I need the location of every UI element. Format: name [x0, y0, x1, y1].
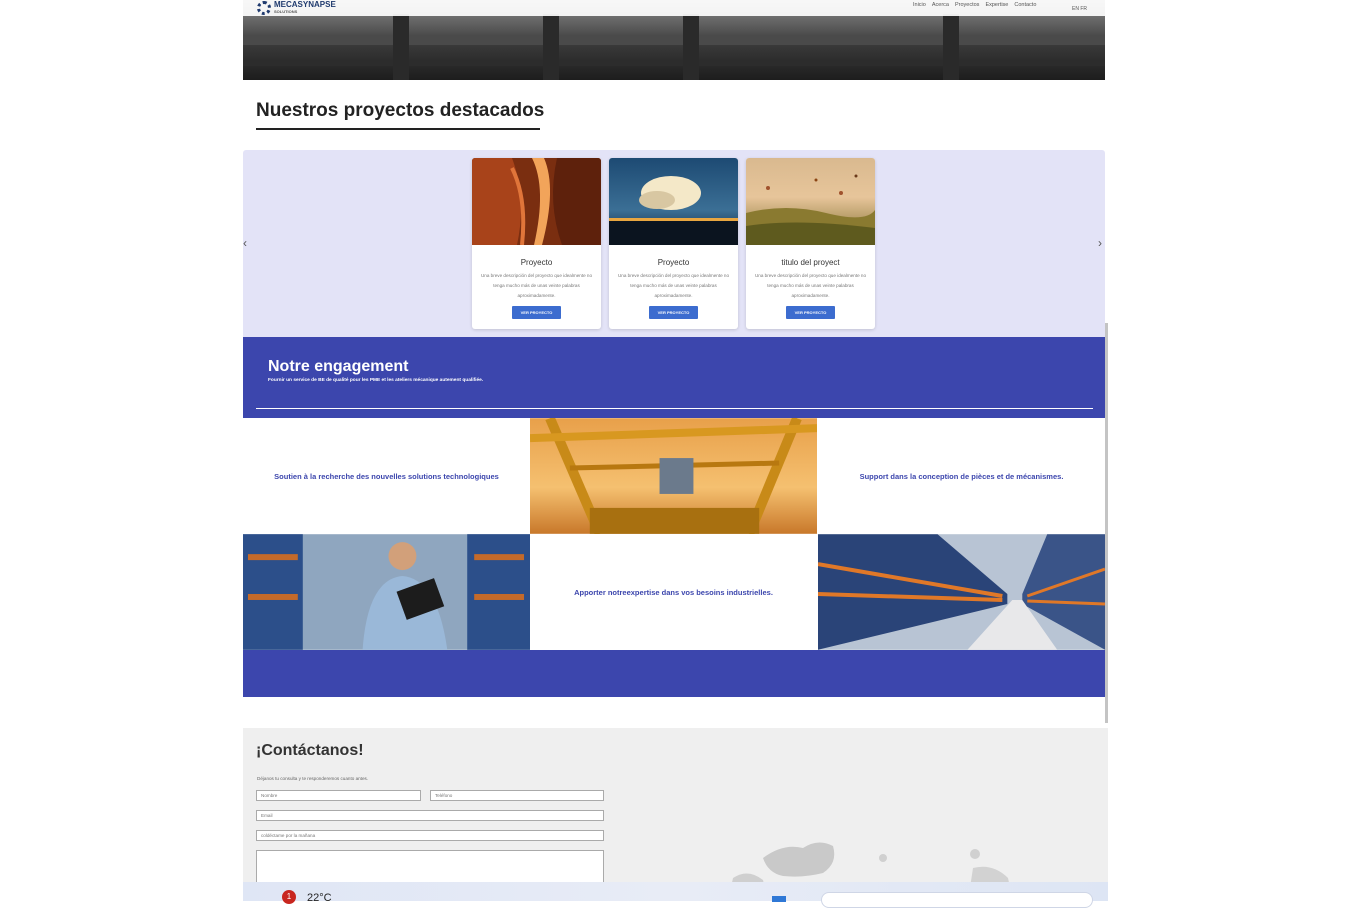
contact-section: ¡Contáctanos! Déjanos tu consulta y te r…	[243, 728, 1108, 901]
view-project-button[interactable]: VER PROYECTO	[785, 306, 836, 319]
nav-links: Inicio Acerca Proyectos Expertise Contac…	[913, 2, 1036, 8]
page: MECASYNAPSE SOLUTIONS Inicio Acerca Proy…	[243, 0, 1108, 901]
engagement-image-crane	[530, 418, 817, 534]
view-project-button[interactable]: VER PROYECTO	[648, 306, 699, 319]
engagement-subtitle: Fournir un service de BE de qualité pour…	[268, 378, 484, 383]
taskbar: 1 22°C	[243, 882, 1108, 908]
projects-title: Nuestros proyectos destacados	[256, 100, 545, 121]
phone-field[interactable]: Teléfono	[430, 790, 604, 801]
engagement-image-worker	[243, 534, 530, 650]
language-switcher[interactable]: EN FR	[1072, 6, 1087, 12]
view-project-button[interactable]: VER PROYECTO	[511, 306, 562, 319]
projects-carousel: ‹ › Proyecto Una breve descripción del p…	[243, 150, 1105, 337]
name-field[interactable]: Nombre	[256, 790, 421, 801]
engagement-item: Soutien à la recherche des nouvelles sol…	[243, 418, 530, 534]
nav-acerca[interactable]: Acerca	[932, 2, 949, 8]
engagement-grid: Soutien à la recherche des nouvelles sol…	[243, 418, 1105, 650]
card-description: Una breve descripción del proyecto que i…	[617, 273, 730, 298]
logo[interactable]: MECASYNAPSE SOLUTIONS	[257, 1, 336, 15]
project-card: titulo del proyect Una breve descripción…	[746, 158, 875, 329]
contact-title: ¡Contáctanos!	[256, 742, 364, 759]
warehouse-image	[818, 534, 1105, 650]
engagement-divider	[256, 408, 1093, 409]
engagement-item-text: Soutien à la recherche des nouvelles sol…	[274, 471, 499, 481]
email-field[interactable]: Email	[256, 810, 604, 821]
card-description: Una breve descripción del proyecto que i…	[480, 273, 593, 298]
engagement-image-warehouse	[818, 534, 1105, 650]
projects-title-underline	[256, 128, 540, 130]
crane-image	[530, 418, 817, 534]
project-image-sunset-cloud	[609, 158, 738, 245]
project-image-canyon	[472, 158, 601, 245]
card-description: Una breve descripción del proyecto que i…	[754, 273, 867, 298]
engagement-item-text: Support dans la conception de pièces et …	[859, 471, 1064, 481]
card-title: titulo del proyect	[781, 258, 840, 267]
engagement-footer-band	[243, 650, 1105, 697]
scrollbar[interactable]	[1105, 323, 1108, 723]
card-title: Proyecto	[520, 258, 553, 267]
logo-icon	[257, 1, 271, 15]
windows-start-icon[interactable]	[772, 896, 786, 902]
notification-badge[interactable]: 1	[282, 890, 296, 904]
subject-field[interactable]: coldéctame por la mañana	[256, 830, 604, 841]
nav-expertise[interactable]: Expertise	[985, 2, 1008, 8]
weather-temperature[interactable]: 22°C	[307, 892, 332, 904]
engagement-banner: Notre engagement Fournir un service de B…	[243, 337, 1105, 418]
nav-inicio[interactable]: Inicio	[913, 2, 926, 8]
navbar: MECASYNAPSE SOLUTIONS Inicio Acerca Proy…	[243, 0, 1105, 16]
carousel-next-arrow-icon[interactable]: ›	[1098, 236, 1102, 250]
nav-contacto[interactable]: Contacto	[1014, 2, 1036, 8]
engagement-item-text: Apporter notreexpertise dans vos besoins…	[574, 587, 773, 597]
project-card: Proyecto Una breve descripción del proye…	[609, 158, 738, 329]
worker-image	[243, 534, 530, 650]
project-card: Proyecto Una breve descripción del proye…	[472, 158, 601, 329]
taskbar-search[interactable]	[821, 892, 1093, 908]
contact-lead: Déjanos tu consulta y te responderemos c…	[257, 776, 369, 781]
card-title: Proyecto	[657, 258, 690, 267]
logo-subtext: SOLUTIONS	[274, 9, 298, 14]
project-image-balloons	[746, 158, 875, 245]
engagement-title: Notre engagement	[268, 358, 409, 375]
nav-proyectos[interactable]: Proyectos	[955, 2, 979, 8]
engagement-item: Apporter notreexpertise dans vos besoins…	[530, 534, 817, 650]
engagement-item: Support dans la conception de pièces et …	[818, 418, 1105, 534]
carousel-prev-arrow-icon[interactable]: ‹	[243, 236, 247, 250]
